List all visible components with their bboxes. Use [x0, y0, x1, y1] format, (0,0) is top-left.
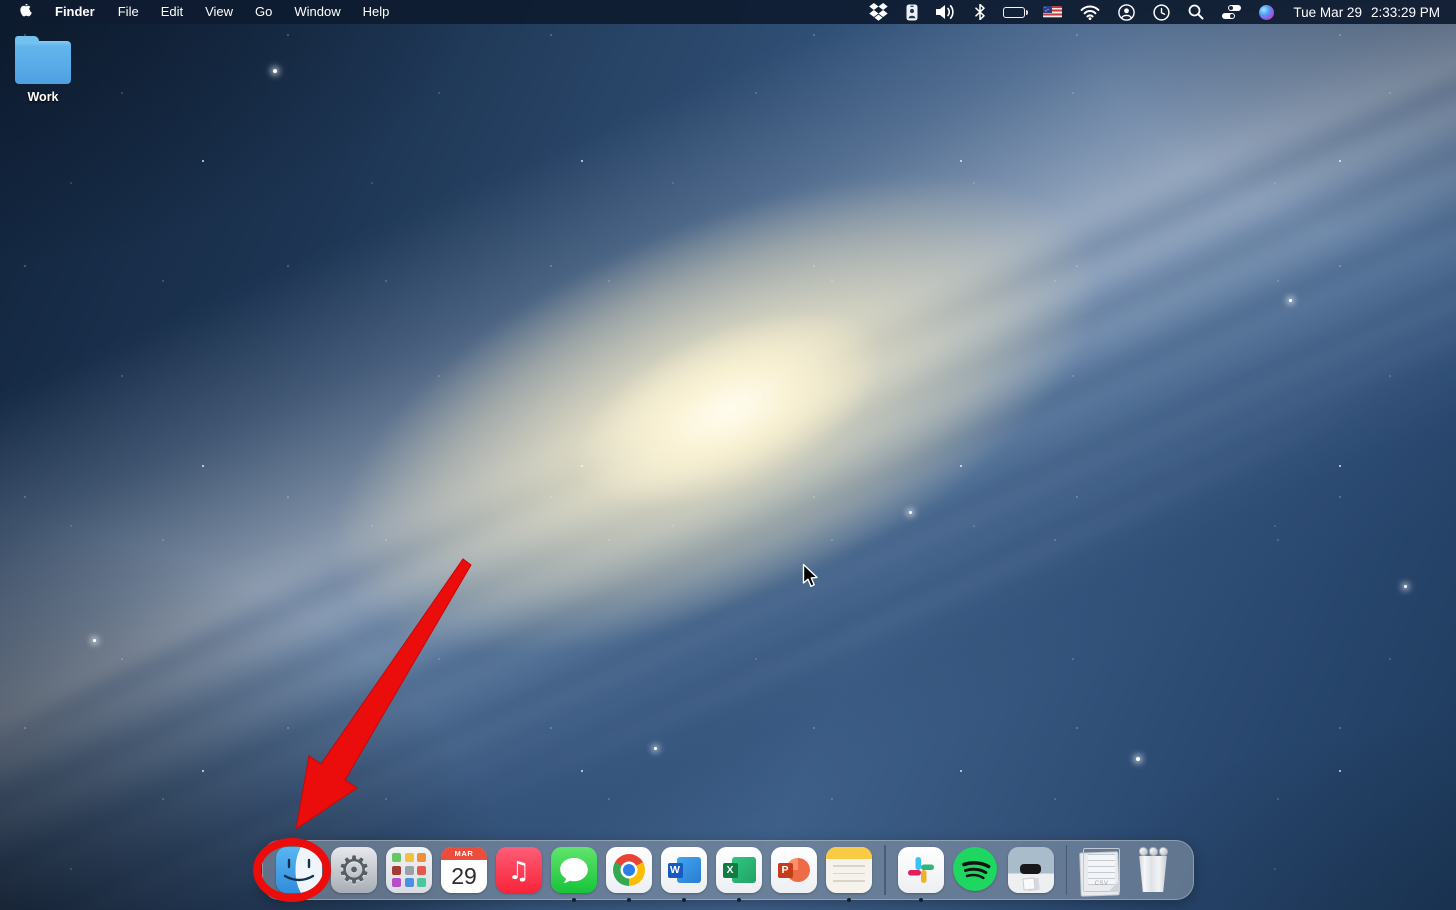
desktop-wallpaper — [0, 0, 1456, 910]
menu-item-edit[interactable]: Edit — [150, 0, 194, 24]
bright-star — [273, 69, 277, 73]
word-letter: W — [668, 863, 683, 878]
bluetooth-icon[interactable] — [966, 4, 994, 20]
running-indicator — [682, 898, 686, 902]
folder-icon — [15, 41, 71, 84]
menu-item-go[interactable]: Go — [244, 0, 283, 24]
excel-icon: X — [716, 847, 762, 893]
siri-icon[interactable] — [1250, 5, 1283, 20]
wifi-icon[interactable] — [1071, 5, 1109, 20]
dock-separator — [1066, 845, 1068, 895]
running-indicator — [919, 898, 923, 902]
dock-item-launchpad[interactable] — [386, 847, 432, 893]
dock-item-csv-document[interactable]: CSV — [1079, 847, 1125, 893]
system-preferences-icon: ⚙ — [331, 847, 377, 893]
folder-label: Work — [27, 90, 58, 104]
bright-star — [1404, 585, 1407, 588]
dock-item-system-preferences[interactable]: ⚙ — [331, 847, 377, 893]
clock-date: Tue Mar 29 — [1293, 5, 1362, 20]
menu-item-view[interactable]: View — [194, 0, 244, 24]
desktop-folder-work[interactable]: Work — [12, 34, 74, 104]
dock-item-slack[interactable] — [898, 847, 944, 893]
menu-bar-clock[interactable]: Tue Mar 29 2:33:29 PM — [1283, 5, 1456, 20]
dock-item-notes[interactable] — [826, 847, 872, 893]
calendar-day: 29 — [441, 860, 487, 893]
bright-star — [1136, 757, 1140, 761]
dock-item-word[interactable]: W — [661, 847, 707, 893]
notes-icon — [826, 847, 872, 893]
menu-bar-status-area: Tue Mar 29 2:33:29 PM — [860, 3, 1456, 21]
dock-item-calendar[interactable]: MAR 29 — [441, 847, 487, 893]
control-center-icon[interactable] — [1213, 5, 1250, 19]
battery-icon[interactable] — [994, 7, 1034, 18]
bright-star — [909, 511, 912, 514]
running-indicator — [847, 898, 851, 902]
trash-full-icon — [1134, 847, 1172, 893]
dock-item-chrome[interactable] — [606, 847, 652, 893]
dock-item-powerpoint[interactable]: P — [771, 847, 817, 893]
calendar-icon: MAR 29 — [441, 847, 487, 893]
launchpad-icon — [386, 847, 432, 893]
slack-icon — [898, 847, 944, 893]
dropbox-icon[interactable] — [860, 3, 897, 21]
dock-item-finder[interactable] — [276, 847, 322, 893]
running-indicator — [737, 898, 741, 902]
menu-bar: Finder File Edit View Go Window Help — [0, 0, 1456, 24]
powerpoint-icon: P — [771, 847, 817, 893]
keyboard-us-flag-icon[interactable] — [1034, 6, 1071, 18]
id-badge-icon[interactable] — [897, 4, 927, 21]
dock-separator — [884, 845, 886, 895]
bright-star — [93, 639, 96, 642]
menu-item-window[interactable]: Window — [283, 0, 351, 24]
music-icon: ♫ — [496, 847, 542, 893]
dock-item-excel[interactable]: X — [716, 847, 762, 893]
powerpoint-letter: P — [778, 863, 793, 878]
excel-letter: X — [723, 863, 738, 878]
bright-star — [654, 747, 657, 750]
volume-icon[interactable] — [927, 4, 966, 20]
finder-icon — [276, 847, 322, 893]
dock-item-photo[interactable] — [1008, 847, 1054, 893]
apple-menu[interactable] — [0, 4, 43, 20]
bright-star — [1289, 299, 1292, 302]
menu-item-finder[interactable]: Finder — [43, 0, 107, 24]
csv-file-label: CSV — [1084, 881, 1119, 887]
chrome-icon — [606, 847, 652, 893]
dock-item-messages[interactable] — [551, 847, 597, 893]
running-indicator — [627, 898, 631, 902]
calendar-month: MAR — [441, 847, 487, 860]
csv-document-icon: CSV — [1083, 848, 1120, 892]
user-account-icon[interactable] — [1109, 4, 1144, 21]
photo-icon — [1008, 847, 1054, 893]
starfield — [0, 0, 1456, 910]
menu-item-help[interactable]: Help — [352, 0, 401, 24]
dock-item-spotify[interactable] — [953, 847, 999, 893]
messages-icon — [551, 847, 597, 893]
menu-item-file[interactable]: File — [107, 0, 150, 24]
menu-bar-left: Finder File Edit View Go Window Help — [0, 0, 400, 24]
dock: ⚙ MAR 29 ♫ — [262, 840, 1194, 900]
word-icon: W — [661, 847, 707, 893]
spotify-icon — [953, 847, 997, 891]
recent-items-clock-icon[interactable] — [1144, 4, 1179, 21]
dock-item-music[interactable]: ♫ — [496, 847, 542, 893]
clock-time: 2:33:29 PM — [1371, 5, 1440, 20]
apple-icon — [20, 4, 33, 20]
dock-item-trash[interactable] — [1134, 847, 1180, 893]
running-indicator — [572, 898, 576, 902]
spotlight-search-icon[interactable] — [1179, 4, 1213, 20]
